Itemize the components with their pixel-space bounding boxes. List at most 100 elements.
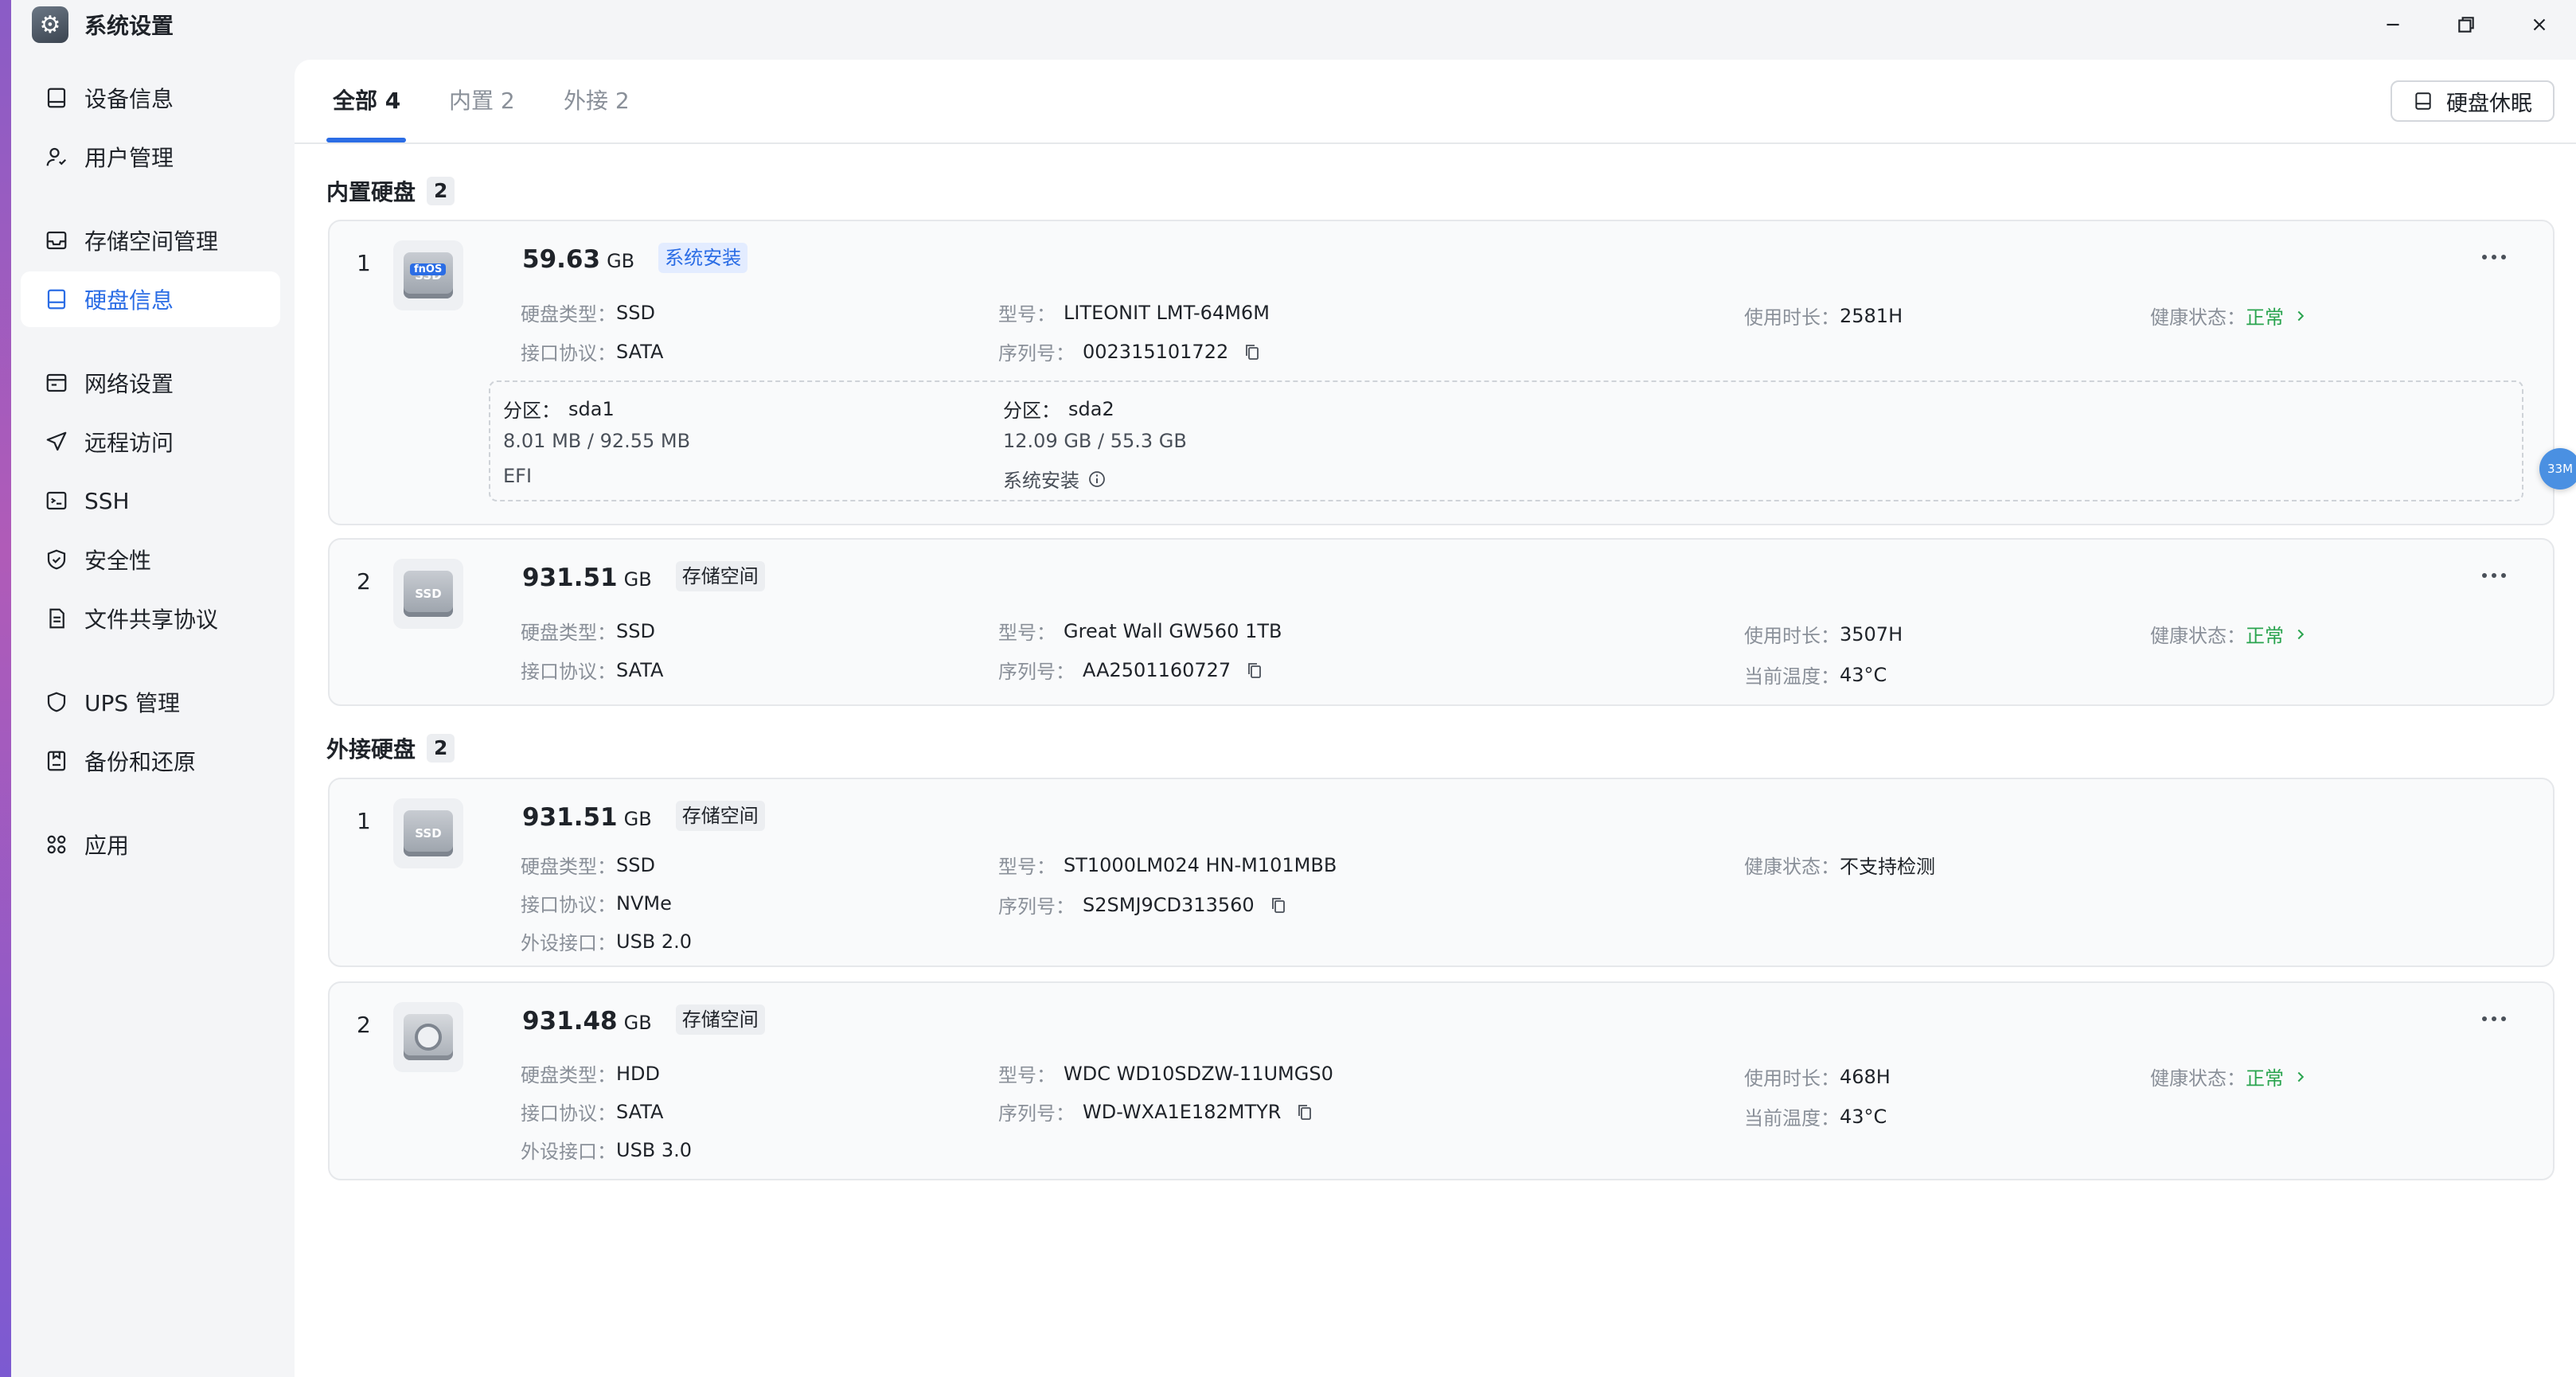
sidebar-item-label: 设备信息 xyxy=(84,86,174,112)
partition-desc: EFI xyxy=(503,465,533,487)
copy-icon[interactable] xyxy=(1245,661,1264,680)
disk-role-tag: 存储空间 xyxy=(675,801,765,831)
more-options-button[interactable] xyxy=(2480,255,2508,259)
interface-field: 接口协议： NVMe xyxy=(521,891,672,917)
sidebar-item-storage[interactable]: 存储空间管理 xyxy=(21,213,280,268)
sidebar-item-apps[interactable]: 应用 xyxy=(21,817,280,872)
sidebar-item-label: 远程访问 xyxy=(84,430,174,456)
disk-card[interactable]: 2 931.48 GB 存储空间 硬盘类型： HDD 接口协议： SATA 外设接口… xyxy=(328,981,2555,1180)
disk-type-field: 硬盘类型： SSD xyxy=(521,301,655,326)
disk-card[interactable]: 2 SSD 931.51 GB 存储空间 硬盘类型： SSD 接口协议： SATA … xyxy=(328,538,2555,706)
ups-shield-icon xyxy=(45,690,68,714)
disk-type-field: 硬盘类型： SSD xyxy=(521,619,655,645)
sidebar-item-disk-info[interactable]: 硬盘信息 xyxy=(21,271,280,327)
disk-type-field: 硬盘类型： SSD xyxy=(521,853,655,879)
sidebar-item-label: 存储空间管理 xyxy=(84,228,219,255)
chevron-right-icon xyxy=(2297,629,2305,639)
sidebar-item-label: 文件共享协议 xyxy=(84,607,219,633)
disk-sleep-button[interactable]: 硬盘休眠 xyxy=(2391,80,2555,122)
interface-field: 接口协议： SATA xyxy=(521,1100,664,1125)
sidebar-item-backup[interactable]: 备份和还原 xyxy=(21,733,280,789)
count-badge: 2 xyxy=(427,177,455,205)
disk-role-tag: 存储空间 xyxy=(675,1004,765,1035)
disk-capacity: 59.63 GB 系统安装 xyxy=(522,243,748,276)
sidebar-item-label: SSH xyxy=(84,487,130,514)
disk-icon xyxy=(2415,92,2431,110)
capacity-value: 931.51 xyxy=(522,564,618,592)
hdd-icon xyxy=(393,1002,463,1072)
temperature-field: 当前温度： 43°C xyxy=(1744,663,1887,688)
copy-icon[interactable] xyxy=(1295,1102,1314,1121)
device-info-icon xyxy=(45,86,68,110)
sidebar-item-file-sharing[interactable]: 文件共享协议 xyxy=(21,591,280,646)
model-field: 型号： ST1000LM024 HN-M101MBB xyxy=(998,853,1337,879)
capacity-unit: GB xyxy=(623,568,652,591)
tab-all[interactable]: 全部 4 xyxy=(333,60,400,142)
health-status-field[interactable]: 健康状态： 正常 xyxy=(2150,1063,2309,1090)
copy-icon[interactable] xyxy=(1243,342,1262,361)
disk-index: 1 xyxy=(357,808,371,834)
window-titlebar[interactable]: ⚙ 系统设置 xyxy=(11,0,2576,49)
sidebar-item-user-management[interactable]: 用户管理 xyxy=(21,129,280,185)
health-status-field[interactable]: 健康状态： 正常 xyxy=(2150,302,2309,330)
sidebar-item-label: 硬盘信息 xyxy=(84,287,174,314)
disk-index: 1 xyxy=(357,250,371,276)
tab-external[interactable]: 外接 2 xyxy=(564,60,630,142)
sidebar-item-security[interactable]: 安全性 xyxy=(21,532,280,587)
sidebar-item-network[interactable]: 网络设置 xyxy=(21,355,280,411)
disk-capacity: 931.51 GB 存储空间 xyxy=(522,801,765,834)
sidebar-item-ups[interactable]: UPS 管理 xyxy=(21,674,280,730)
usage-hours-field: 使用时长： 468H xyxy=(1744,1065,1891,1090)
sidebar-item-label: 备份和还原 xyxy=(84,749,197,775)
external-disks-heading: 外接硬盘 2 xyxy=(326,732,455,764)
disk-card[interactable]: 1 SSD fnOS 59.63 GB 系统安装 硬盘类型： SSD 接口协议： SA… xyxy=(328,220,2555,525)
fnos-logo: fnOS xyxy=(410,263,447,275)
copy-icon[interactable] xyxy=(1269,895,1288,915)
sidebar-item-remote-access[interactable]: 远程访问 xyxy=(21,414,280,470)
info-icon[interactable] xyxy=(1087,470,1107,489)
tab-internal[interactable]: 内置 2 xyxy=(449,60,515,142)
sidebar-item-device-info[interactable]: 设备信息 xyxy=(21,70,280,126)
desktop-wallpaper-edge xyxy=(0,0,11,1377)
partition-usage: 8.01 MB / 92.55 MB xyxy=(503,430,691,452)
disk-sleep-label: 硬盘休眠 xyxy=(2446,91,2532,116)
disk-index: 2 xyxy=(357,1012,371,1038)
restore-icon xyxy=(2458,17,2474,33)
close-icon xyxy=(2533,18,2546,31)
internal-disks-heading: 内置硬盘 2 xyxy=(326,175,455,207)
capacity-unit: GB xyxy=(623,1012,652,1034)
storage-icon xyxy=(45,228,68,252)
sidebar: 设备信息 用户管理 存储空间管理 硬盘信息 网络设置 远程访问 SSH 安全性 … xyxy=(11,49,295,1377)
more-options-button[interactable] xyxy=(2480,1016,2508,1021)
disk-capacity: 931.48 GB 存储空间 xyxy=(522,1004,765,1038)
network-icon xyxy=(45,371,68,395)
user-icon xyxy=(45,145,68,169)
external-port-field: 外设接口： USB 3.0 xyxy=(521,1138,693,1164)
minimize-button[interactable] xyxy=(2356,0,2430,49)
capacity-value: 59.63 xyxy=(522,245,601,274)
usage-hours-field: 使用时长： 3507H xyxy=(1744,622,1903,648)
partition-box: 分区： sda1 8.01 MB / 92.55 MB EFI 分区： sda2 1… xyxy=(489,380,2523,501)
sidebar-item-label: 网络设置 xyxy=(84,371,174,397)
disk-card[interactable]: 1 SSD 931.51 GB 存储空间 硬盘类型： SSD 接口协议： NVMe … xyxy=(328,778,2555,967)
document-icon xyxy=(45,607,68,630)
more-options-button[interactable] xyxy=(2480,573,2508,578)
floating-speed-badge[interactable]: 33M xyxy=(2539,448,2576,490)
usage-hours-field: 使用时长： 2581H xyxy=(1744,304,1903,330)
maximize-button[interactable] xyxy=(2430,0,2503,49)
temperature-field: 当前温度： 43°C xyxy=(1744,1105,1887,1130)
external-port-field: 外设接口： USB 2.0 xyxy=(521,930,693,955)
ssd-icon: SSD fnOS xyxy=(393,240,463,310)
tab-bar: 全部 4 内置 2 外接 2 硬盘休眠 xyxy=(295,60,2576,144)
ssd-icon: SSD xyxy=(393,798,463,868)
sidebar-item-ssh[interactable]: SSH xyxy=(21,473,280,529)
partition-usage: 12.09 GB / 55.3 GB xyxy=(1003,430,1187,452)
close-button[interactable] xyxy=(2503,0,2576,49)
serial-field: 序列号： WD-WXA1E182MTYR xyxy=(998,1098,1314,1125)
interface-field: 接口协议： SATA xyxy=(521,340,664,365)
sidebar-item-label: 安全性 xyxy=(84,548,152,574)
health-status-field[interactable]: 健康状态： 正常 xyxy=(2150,620,2309,648)
sidebar-item-label: 用户管理 xyxy=(84,145,174,171)
model-field: 型号： Great Wall GW560 1TB xyxy=(998,619,1282,645)
disk-icon xyxy=(45,287,68,311)
